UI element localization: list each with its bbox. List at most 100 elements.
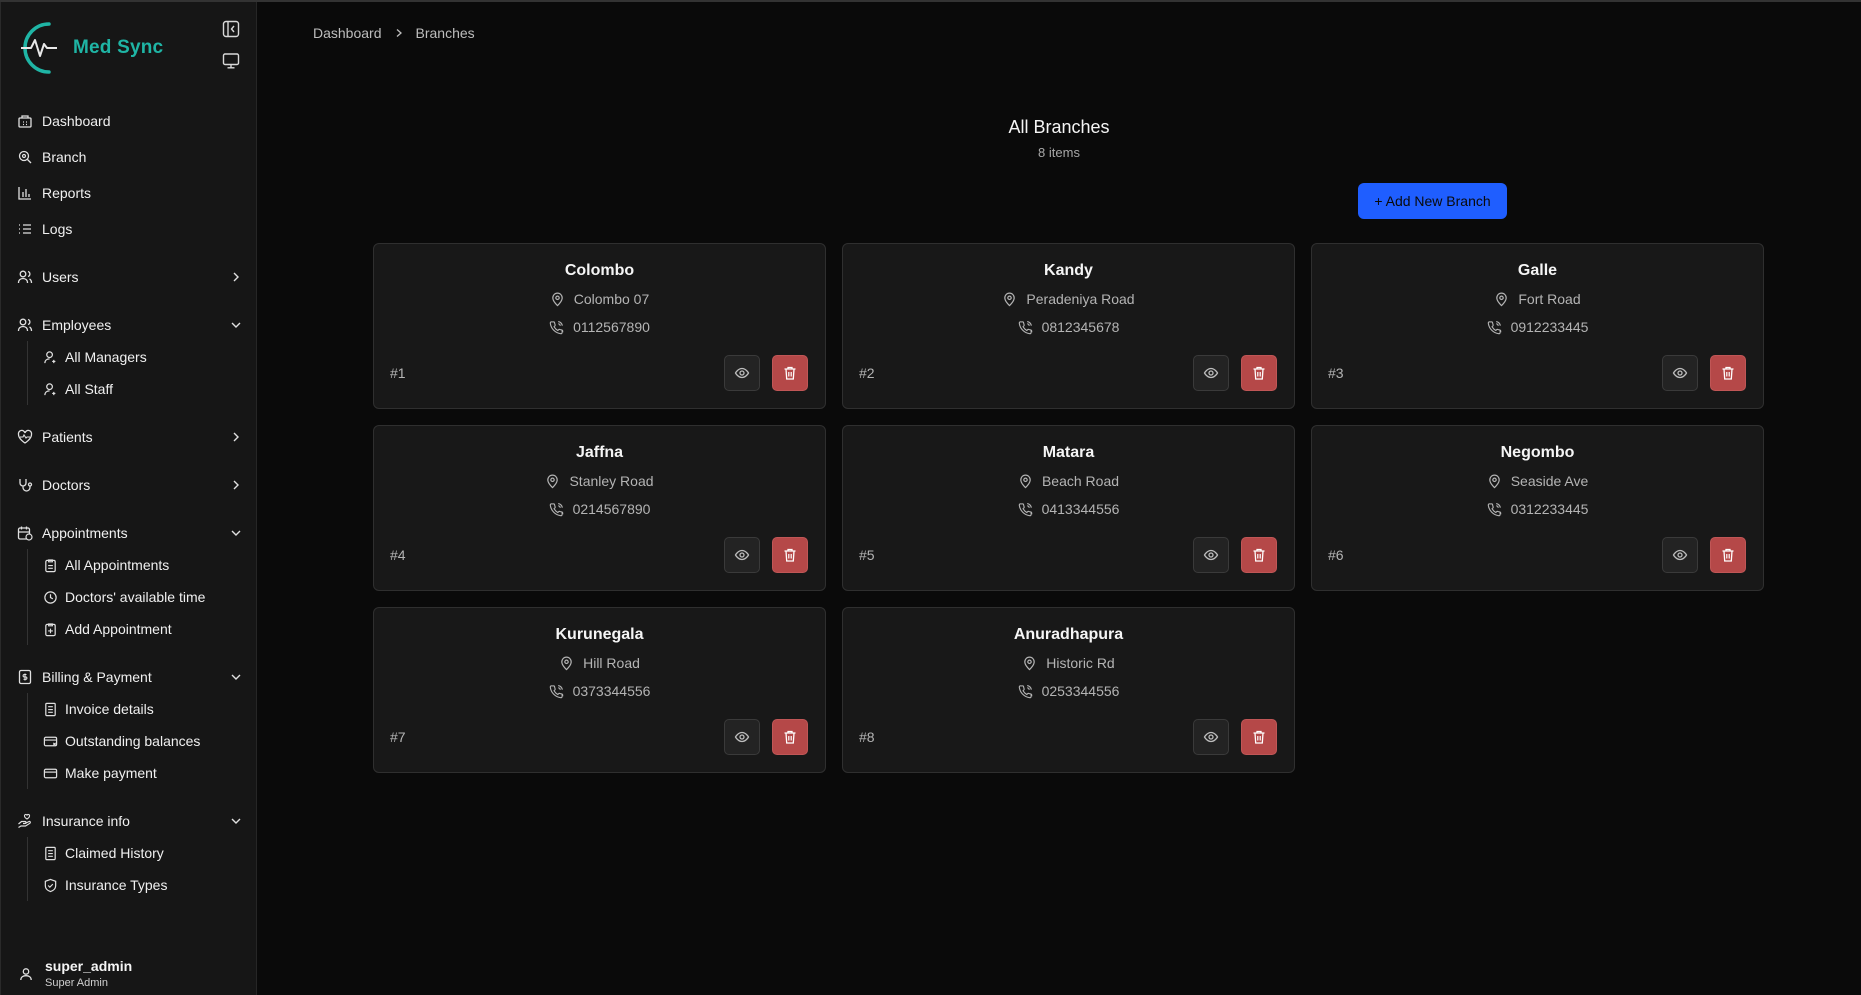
appointments-submenu: All Appointments Doctors' available time… — [27, 549, 243, 645]
trash-icon — [784, 366, 796, 380]
sidebar-subitem-label: Doctors' available time — [65, 589, 206, 605]
breadcrumb-current: Branches — [415, 25, 475, 41]
sidebar-item-outstanding-balances[interactable]: Outstanding balances — [43, 725, 243, 757]
sidebar-item-doctors[interactable]: Doctors — [17, 467, 243, 503]
sidebar-item-invoice-details[interactable]: Invoice details — [43, 693, 243, 725]
user-role: Super Admin — [45, 977, 108, 989]
branch-phone-text: 0112567890 — [573, 319, 650, 335]
sidebar: Med Sync Dashboard Branch Reports Logs U… — [0, 2, 257, 995]
sidebar-item-insurance-types[interactable]: Insurance Types — [43, 869, 243, 901]
phone-call-icon — [1018, 684, 1032, 698]
sidebar-item-doctors-available-time[interactable]: Doctors' available time — [43, 581, 243, 613]
view-branch-button[interactable] — [724, 537, 760, 573]
sidebar-item-appointments[interactable]: Appointments — [17, 515, 243, 551]
sidebar-item-make-payment[interactable]: Make payment — [43, 757, 243, 789]
user-profile[interactable]: super_admin Super Admin — [19, 958, 132, 989]
user-icon — [20, 967, 32, 980]
sidebar-item-employees[interactable]: Employees — [17, 307, 243, 343]
delete-branch-button[interactable] — [772, 719, 808, 755]
branch-name: Kurunegala — [555, 626, 644, 643]
chevron-right-icon — [233, 480, 239, 490]
chevron-down-icon — [231, 530, 241, 536]
chevron-right-icon — [233, 432, 239, 442]
collapse-sidebar-icon[interactable] — [222, 20, 240, 38]
phone-call-icon — [1018, 320, 1032, 334]
delete-branch-button[interactable] — [1241, 719, 1277, 755]
sidebar-item-dashboard[interactable]: Dashboard — [17, 103, 243, 139]
sidebar-item-label: Reports — [42, 185, 92, 201]
branch-name: Matara — [1042, 444, 1095, 461]
sidebar-item-all-managers[interactable]: All Managers — [43, 341, 243, 373]
phone-call-icon — [549, 684, 563, 698]
dashboard-icon — [18, 115, 32, 128]
branch-number: #4 — [390, 547, 406, 563]
branch-name: Colombo — [564, 262, 635, 279]
sidebar-item-all-appointments[interactable]: All Appointments — [43, 549, 243, 581]
branch-address-text: Peradeniya Road — [1026, 291, 1135, 307]
shield-check-icon — [44, 878, 57, 892]
trash-icon — [784, 548, 796, 562]
branch-address-text: Stanley Road — [569, 473, 654, 489]
branch-grid: Colombo Colombo 07 0112567890 #1 Kandy P… — [373, 243, 1764, 773]
monitor-icon[interactable] — [222, 52, 240, 70]
branch-address-text: Hill Road — [583, 655, 640, 671]
branch-phone-text: 0253344556 — [1041, 683, 1120, 699]
sidebar-subitem-label: Outstanding balances — [65, 733, 201, 749]
phone-call-icon — [1018, 502, 1032, 516]
add-new-branch-button[interactable]: + Add New Branch — [1358, 183, 1507, 219]
eye-icon — [734, 367, 750, 379]
branch-card: Colombo Colombo 07 0112567890 #1 — [373, 243, 826, 409]
chevron-down-icon — [231, 818, 241, 824]
branch-phone: 0253344556 — [843, 683, 1294, 699]
branch-number: #1 — [390, 365, 406, 381]
branch-address-text: Seaside Ave — [1510, 473, 1589, 489]
page-title: All Branches — [1008, 117, 1110, 137]
sidebar-item-logs[interactable]: Logs — [17, 211, 243, 247]
branch-address: Colombo 07 — [374, 291, 825, 307]
breadcrumb-home-link[interactable]: Dashboard — [313, 25, 382, 41]
sidebar-item-reports[interactable]: Reports — [17, 175, 243, 211]
sidebar-subitem-label: Insurance Types — [65, 877, 168, 893]
sidebar-item-label: Insurance info — [42, 813, 130, 829]
delete-branch-button[interactable] — [1710, 355, 1746, 391]
breadcrumb: Dashboard Branches — [313, 25, 475, 41]
view-branch-button[interactable] — [1193, 719, 1229, 755]
branch-address: Historic Rd — [843, 655, 1294, 671]
page-header: All Branches 8 items — [257, 117, 1861, 160]
view-branch-button[interactable] — [1193, 537, 1229, 573]
list-icon — [19, 224, 31, 234]
branch-address-text: Historic Rd — [1046, 655, 1115, 671]
delete-branch-button[interactable] — [1241, 355, 1277, 391]
view-branch-button[interactable] — [1662, 355, 1698, 391]
view-branch-button[interactable] — [1193, 355, 1229, 391]
delete-branch-button[interactable] — [1241, 537, 1277, 573]
eye-icon — [734, 731, 750, 743]
sidebar-item-billing-payment[interactable]: Billing & Payment — [17, 659, 243, 695]
main-content: Dashboard Branches All Branches 8 items … — [257, 2, 1861, 995]
delete-branch-button[interactable] — [772, 355, 808, 391]
branch-address: Peradeniya Road — [843, 291, 1294, 307]
chevron-down-icon — [231, 674, 241, 680]
chevron-right-icon — [396, 29, 402, 37]
sidebar-item-claimed-history[interactable]: Claimed History — [43, 837, 243, 869]
branch-phone-text: 0373344556 — [572, 683, 651, 699]
delete-branch-button[interactable] — [772, 537, 808, 573]
sidebar-item-add-appointment[interactable]: Add Appointment — [43, 613, 243, 645]
sidebar-subitem-label: Make payment — [65, 765, 157, 781]
sidebar-item-insurance-info[interactable]: Insurance info — [17, 803, 243, 839]
delete-branch-button[interactable] — [1710, 537, 1746, 573]
view-branch-button[interactable] — [724, 719, 760, 755]
sidebar-item-users[interactable]: Users — [17, 259, 243, 295]
view-branch-button[interactable] — [724, 355, 760, 391]
branch-address-text: Beach Road — [1041, 473, 1120, 489]
branch-name: Galle — [1517, 262, 1558, 279]
sidebar-item-branch[interactable]: Branch — [17, 139, 243, 175]
stethoscope-icon — [19, 479, 33, 492]
chevron-right-icon — [233, 272, 239, 282]
sidebar-item-patients[interactable]: Patients — [17, 419, 243, 455]
map-pin-icon — [547, 474, 559, 488]
view-branch-button[interactable] — [1662, 537, 1698, 573]
branch-phone-text: 0312233445 — [1510, 501, 1589, 517]
brand[interactable]: Med Sync — [19, 18, 163, 78]
sidebar-item-all-staff[interactable]: All Staff — [43, 373, 243, 405]
